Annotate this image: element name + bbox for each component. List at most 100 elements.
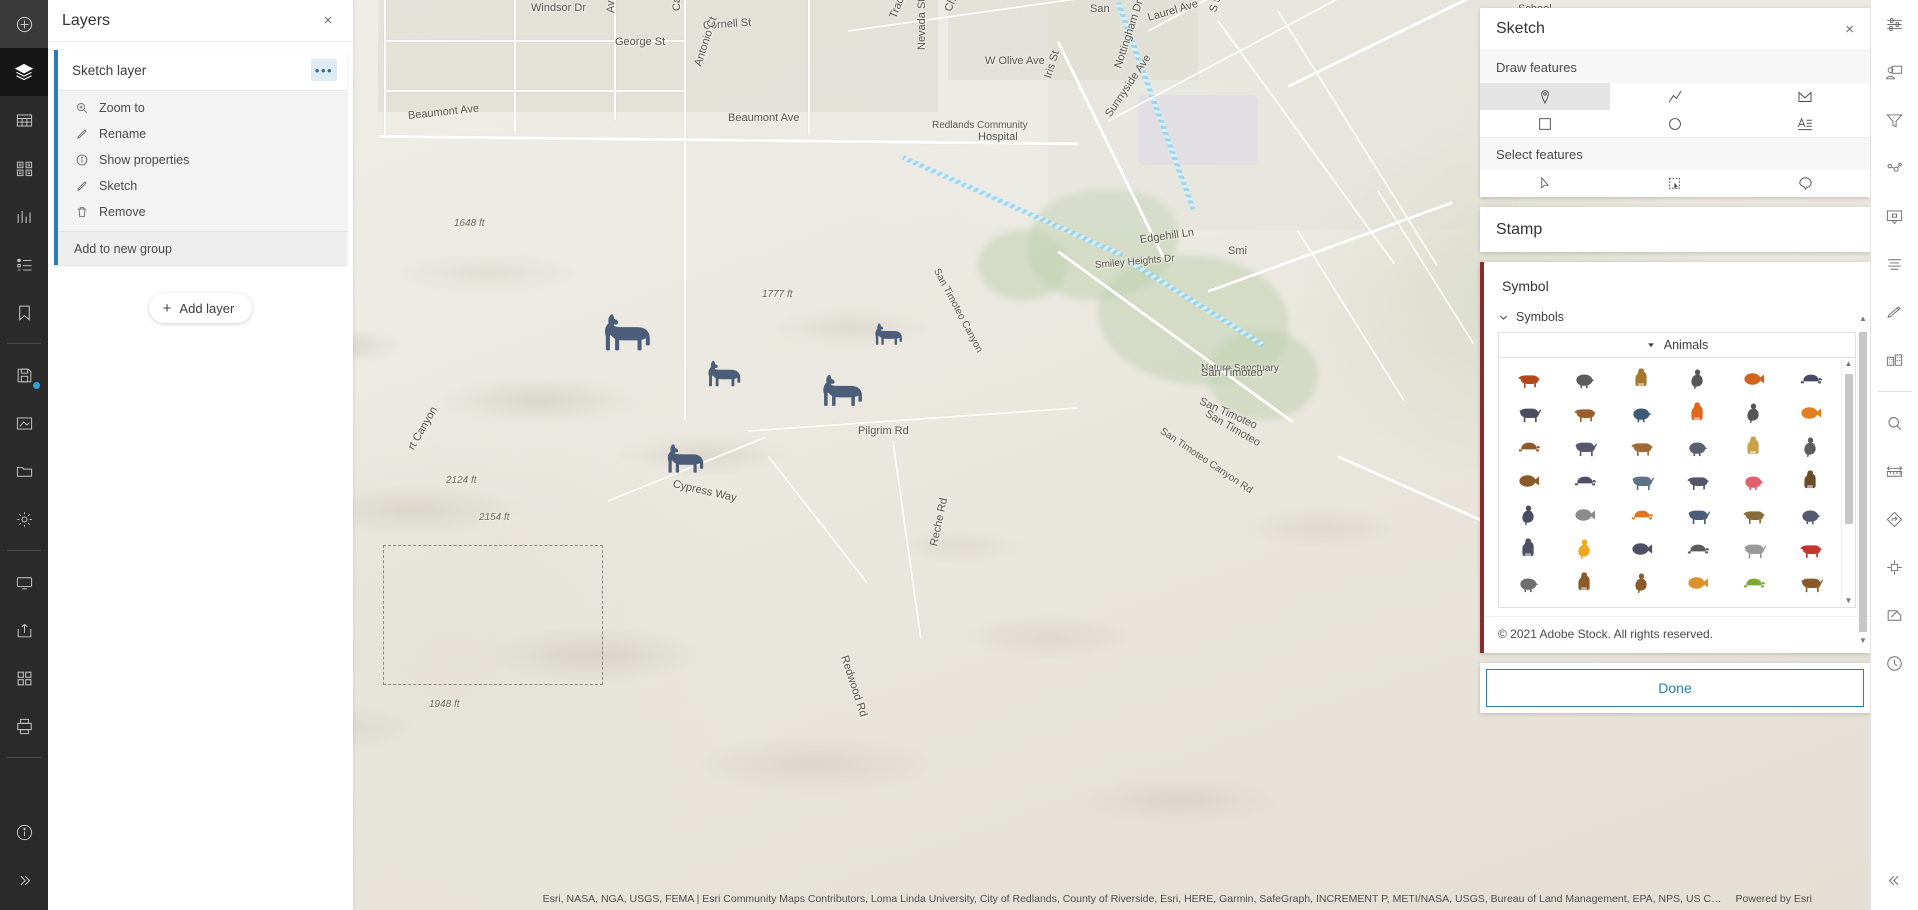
symbol-cat[interactable]: [1783, 498, 1839, 532]
bookmarks-icon[interactable]: [0, 288, 48, 336]
time-clock-icon[interactable]: [1871, 639, 1918, 687]
popup-icon[interactable]: [1871, 192, 1918, 240]
symbol-elephant[interactable]: [1501, 532, 1557, 566]
rectangle-tool[interactable]: [1480, 110, 1610, 137]
text-tool[interactable]: [1740, 110, 1870, 137]
symbol-anteater[interactable]: [1501, 362, 1557, 396]
symbol-wolf[interactable]: [1557, 430, 1613, 464]
symbol-boar[interactable]: [1501, 396, 1557, 430]
pointer-select-tool[interactable]: [1480, 170, 1610, 197]
rectangle-select-tool[interactable]: [1610, 170, 1740, 197]
donkey-stamp[interactable]: [702, 357, 744, 391]
close-icon[interactable]: ×: [317, 10, 339, 32]
symbol-porcupine[interactable]: [1557, 362, 1613, 396]
symbol-gorilla[interactable]: [1670, 362, 1726, 396]
symbol-armadillo[interactable]: [1501, 464, 1557, 498]
sketch-pen-icon[interactable]: [1871, 288, 1918, 336]
presentation-icon[interactable]: [0, 558, 48, 606]
menu-item-sketch[interactable]: Sketch: [58, 173, 347, 199]
symbol-goat[interactable]: [1614, 464, 1670, 498]
symbol-mouse[interactable]: [1614, 532, 1670, 566]
donkey-stamp[interactable]: [662, 440, 706, 478]
legend-icon[interactable]: [0, 240, 48, 288]
symbol-fish[interactable]: [1557, 532, 1613, 566]
symbol-raccoon[interactable]: [1501, 566, 1557, 600]
panel-scroll-thumb[interactable]: [1859, 332, 1867, 632]
symbol-squirrel-2[interactable]: [1614, 566, 1670, 600]
symbol-grid[interactable]: [1499, 358, 1841, 607]
scroll-up-icon[interactable]: ▲: [1845, 360, 1853, 368]
symbol-panel-scrollbar[interactable]: ▲ ▼: [1858, 314, 1868, 645]
image-person-icon[interactable]: [1871, 48, 1918, 96]
donkey-stamp[interactable]: [817, 370, 865, 412]
save-icon[interactable]: [0, 351, 48, 399]
markup-icon[interactable]: [1871, 591, 1918, 639]
search-icon[interactable]: [1871, 399, 1918, 447]
expand-rail-icon[interactable]: [0, 856, 48, 904]
close-icon[interactable]: ×: [1845, 22, 1854, 37]
polyline-tool[interactable]: [1610, 83, 1740, 110]
symbol-lion[interactable]: [1614, 498, 1670, 532]
map-edit-icon[interactable]: [0, 399, 48, 447]
symbol-bison[interactable]: [1557, 396, 1613, 430]
location-crosshair-icon[interactable]: [1871, 543, 1918, 591]
symbol-warthog[interactable]: [1557, 566, 1613, 600]
chart-compare-icon[interactable]: [1871, 336, 1918, 384]
collapse-rail-icon[interactable]: [1871, 856, 1918, 904]
layers-icon[interactable]: [0, 48, 48, 96]
menu-item-rename[interactable]: Rename: [58, 121, 347, 147]
symbol-hippo[interactable]: [1614, 396, 1670, 430]
donkey-stamp[interactable]: [871, 320, 904, 349]
symbol-lemur[interactable]: [1783, 430, 1839, 464]
settings-gear-icon[interactable]: [0, 495, 48, 543]
symbol-elephant-alt[interactable]: [1557, 464, 1613, 498]
symbols-collapse-toggle[interactable]: Symbols: [1484, 294, 1870, 332]
symbol-bear[interactable]: [1614, 362, 1670, 396]
menu-item-remove[interactable]: Remove: [58, 199, 347, 225]
menu-item-zoom-to[interactable]: Zoom to: [58, 95, 347, 121]
table-icon[interactable]: [0, 96, 48, 144]
panel-scroll-down-icon[interactable]: ▼: [1858, 636, 1868, 645]
symbol-meerkat[interactable]: [1783, 464, 1839, 498]
done-button[interactable]: Done: [1486, 669, 1864, 707]
info-icon[interactable]: [0, 808, 48, 856]
symbol-turtle[interactable]: [1726, 566, 1782, 600]
symbol-horse[interactable]: [1783, 566, 1839, 600]
symbol-pig[interactable]: [1726, 464, 1782, 498]
apps-grid-icon[interactable]: [0, 654, 48, 702]
symbol-chicken[interactable]: [1670, 532, 1726, 566]
symbol-ostrich[interactable]: [1557, 498, 1613, 532]
symbol-badger[interactable]: [1726, 396, 1782, 430]
symbol-hedgehog[interactable]: [1726, 362, 1782, 396]
symbol-donkey[interactable]: [1670, 498, 1726, 532]
scroll-down-icon[interactable]: ▼: [1845, 597, 1853, 605]
symbol-koala[interactable]: [1783, 362, 1839, 396]
basemap-icon[interactable]: [0, 144, 48, 192]
circle-tool[interactable]: [1610, 110, 1740, 137]
layer-row[interactable]: Sketch layer •••: [58, 50, 347, 90]
point-tool[interactable]: [1480, 83, 1610, 110]
symbol-rabbit[interactable]: [1670, 464, 1726, 498]
folder-icon[interactable]: [0, 447, 48, 495]
filter-funnel-icon[interactable]: [1871, 96, 1918, 144]
directions-icon[interactable]: [1871, 495, 1918, 543]
panel-scroll-up-icon[interactable]: ▲: [1858, 314, 1868, 323]
add-layer-button[interactable]: + Add layer: [148, 293, 253, 323]
symbol-fox[interactable]: [1670, 396, 1726, 430]
symbol-squirrel[interactable]: [1783, 396, 1839, 430]
polygon-tool[interactable]: [1740, 83, 1870, 110]
donkey-stamp[interactable]: [597, 309, 654, 357]
labels-icon[interactable]: [1871, 240, 1918, 288]
symbol-cow[interactable]: [1726, 498, 1782, 532]
add-content-icon[interactable]: [0, 0, 48, 48]
symbol-monkey[interactable]: [1614, 430, 1670, 464]
sliders-icon[interactable]: [1871, 0, 1918, 48]
symbol-parrot[interactable]: [1783, 532, 1839, 566]
print-icon[interactable]: [0, 702, 48, 750]
charts-icon[interactable]: [0, 192, 48, 240]
share-icon[interactable]: [0, 606, 48, 654]
symbol-bird[interactable]: [1670, 566, 1726, 600]
symbol-rhino[interactable]: [1670, 430, 1726, 464]
layer-options-icon[interactable]: •••: [311, 59, 337, 81]
symbol-beaver[interactable]: [1501, 430, 1557, 464]
